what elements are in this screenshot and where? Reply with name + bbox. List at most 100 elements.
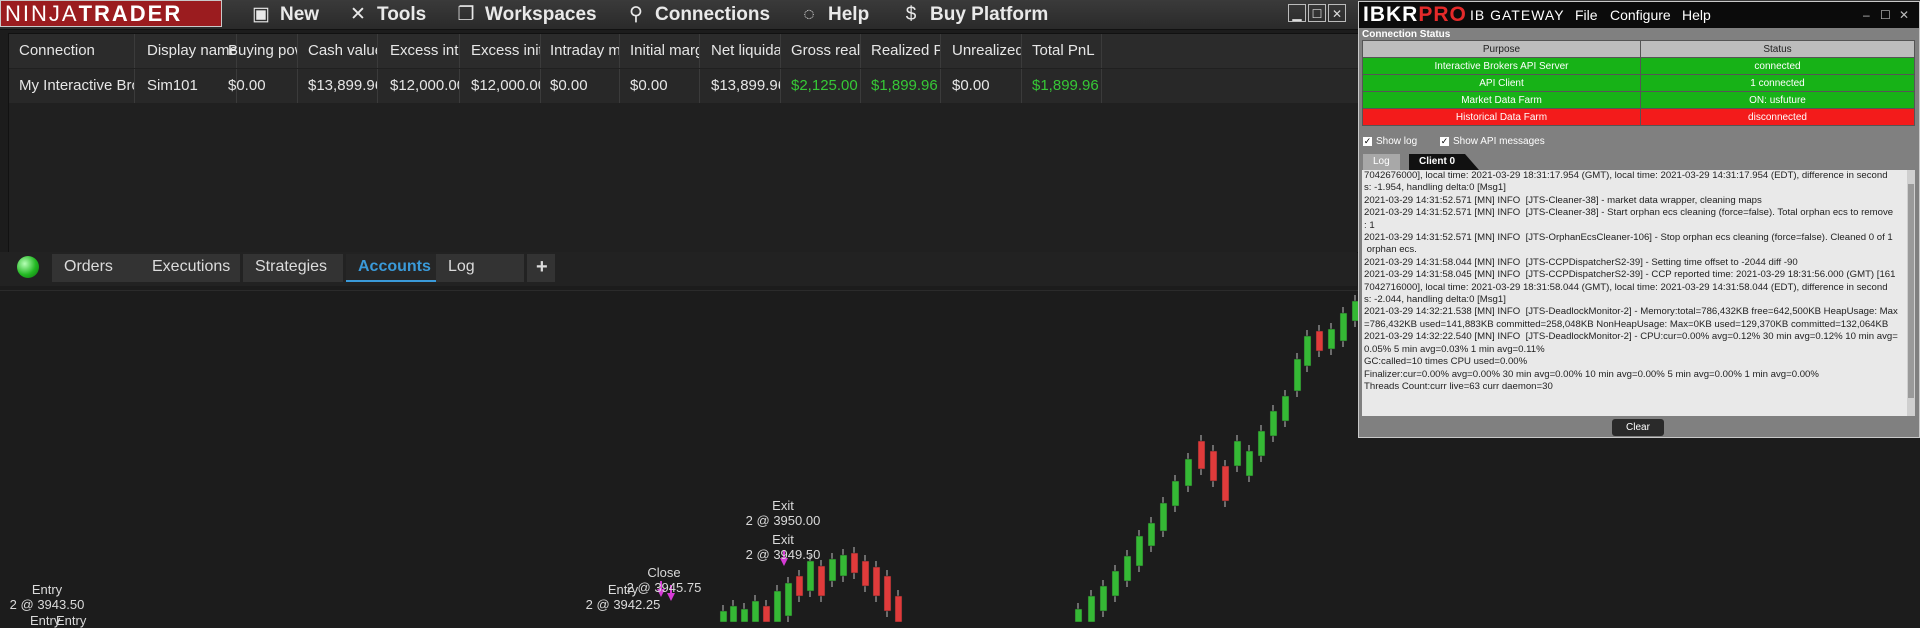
ib-close-icon[interactable]: ✕ xyxy=(1899,8,1909,22)
log-line: s: -2.044, handling delta:0 [Msg1] xyxy=(1364,294,1506,306)
column-header[interactable]: Initial margin xyxy=(620,34,700,68)
table-cell: $13,899.96 xyxy=(298,69,378,103)
menu-new[interactable]: ▣ New xyxy=(250,0,319,29)
minimize-icon[interactable]: ▁ xyxy=(1288,4,1306,22)
log-line: 7042716000], local time: 2021-03-29 18:3… xyxy=(1364,281,1888,293)
ib-menu-help[interactable]: Help xyxy=(1682,7,1711,23)
candle-body xyxy=(894,595,903,623)
column-header[interactable]: Excess initial margin xyxy=(461,34,541,68)
log-text-area[interactable]: 7042676000], local time: 2021-03-29 18:3… xyxy=(1362,170,1907,416)
column-header[interactable]: Total PnL xyxy=(1022,34,1102,68)
column-header[interactable]: Excess intraday margin xyxy=(380,34,460,68)
column-header[interactable]: Intraday margin xyxy=(540,34,620,68)
candle-body xyxy=(1303,335,1312,367)
ib-menu-file[interactable]: File xyxy=(1575,7,1598,23)
ib-minimize-icon[interactable]: – xyxy=(1863,8,1870,22)
menu-buy-platform[interactable]: $ Buy Platform xyxy=(900,0,1049,29)
column-header[interactable]: Cash value xyxy=(298,34,378,68)
column-header[interactable]: Net liquidation xyxy=(701,34,781,68)
add-tab-button[interactable]: + xyxy=(527,254,555,282)
log-line: 2021-03-29 14:31:52.571 [MN] INFO [JTS-C… xyxy=(1364,194,1762,206)
candle-body xyxy=(1281,395,1290,422)
tools-icon: ✕ xyxy=(350,4,366,25)
column-header[interactable]: Buying power xyxy=(218,34,298,68)
trade-label-line: Close xyxy=(647,565,681,580)
logo-text-trader: TRADER xyxy=(78,1,183,26)
candle-body xyxy=(839,554,848,577)
candle-body xyxy=(1087,595,1096,623)
menu-help[interactable]: ◌ Help xyxy=(798,0,869,29)
tab-log[interactable]: Log xyxy=(1363,154,1400,170)
candle-body xyxy=(751,600,760,623)
menu-connections-label: Connections xyxy=(655,4,771,25)
log-scrollbar[interactable] xyxy=(1907,170,1915,416)
trade-label-line: 2 @ 3950.00 xyxy=(745,513,821,528)
column-header[interactable]: Gross realized PnL xyxy=(781,34,861,68)
candle-body xyxy=(762,605,771,623)
tab-strategies[interactable]: Strategies xyxy=(243,254,343,282)
column-header[interactable]: Connection xyxy=(9,34,135,68)
ibkr-logo-pro: PRO xyxy=(1418,3,1467,26)
candle-body xyxy=(1209,450,1218,482)
tab-log[interactable]: Log xyxy=(436,254,524,282)
table-cell: $0.00 xyxy=(620,69,700,103)
candle-body xyxy=(1293,358,1302,392)
menu-workspaces[interactable]: ❐ Workspaces xyxy=(455,0,597,29)
show-api-messages-checkbox[interactable]: ✓ Show API messages xyxy=(1440,136,1545,147)
candle-body xyxy=(784,582,793,617)
log-line: 2021-03-29 14:31:58.044 [MN] INFO [JTS-C… xyxy=(1364,256,1798,268)
scrollbar-thumb[interactable] xyxy=(1908,184,1914,398)
table-cell: My Interactive Brokers xyxy=(9,69,135,103)
table-cell: $2,125.00 xyxy=(781,69,861,103)
log-line: 2021-03-29 14:32:21.538 [MN] INFO [JTS-D… xyxy=(1364,306,1898,318)
trade-label-exit: Exit 2 @ 3950.00 xyxy=(744,498,822,528)
menu-workspaces-label: Workspaces xyxy=(485,4,597,25)
logo-text-ninja: NINJA xyxy=(5,1,79,26)
trade-label-line: 2 @ 3949.50 xyxy=(745,547,821,562)
log-line: 2021-03-29 14:32:22.540 [MN] INFO [JTS-D… xyxy=(1364,331,1898,343)
connection-status-dot xyxy=(17,256,39,278)
log-line: 2021-03-29 14:31:52.571 [MN] INFO [JTS-O… xyxy=(1364,232,1893,244)
menu-buy-platform-label: Buy Platform xyxy=(930,4,1049,25)
ib-maximize-icon[interactable]: ☐ xyxy=(1880,8,1891,22)
menu-tools[interactable]: ✕ Tools xyxy=(347,0,426,29)
menu-connections[interactable]: ⚲ Connections xyxy=(625,0,770,29)
close-icon[interactable]: ✕ xyxy=(1328,4,1346,22)
log-line: Finalizer:cur=0.00% avg=0.00% 30 min avg… xyxy=(1364,368,1819,380)
candle-body xyxy=(1123,555,1132,582)
tab-executions[interactable]: Executions xyxy=(140,254,240,282)
column-header[interactable]: Realized PnL xyxy=(861,34,941,68)
table-row[interactable]: My Interactive BrokersSim101$0.00$13,899… xyxy=(9,69,1379,103)
trade-label-line: Entry xyxy=(56,613,87,628)
clear-log-button[interactable]: Clear xyxy=(1612,419,1664,436)
table-cell: $0.00 xyxy=(540,69,620,103)
show-log-checkbox[interactable]: ✓ Show log xyxy=(1363,136,1417,147)
ibkr-logo: IBKRPRO xyxy=(1363,3,1467,27)
menu-tools-label: Tools xyxy=(377,4,427,25)
help-icon: ◌ xyxy=(803,4,815,25)
candle-body xyxy=(1159,502,1168,532)
candle-body xyxy=(1233,440,1242,467)
purpose-cell: API Client xyxy=(1362,74,1641,92)
table-cell: $12,000.00 xyxy=(461,69,541,103)
tab-client-0[interactable]: Client 0 xyxy=(1409,154,1479,170)
candle-body xyxy=(1245,450,1254,477)
trade-label-entry: Entry 2 @ 3943.50 xyxy=(5,582,89,612)
column-header[interactable]: Unrealized PnL xyxy=(942,34,1022,68)
purpose-cell: Interactive Brokers API Server xyxy=(1362,57,1641,75)
connections-icon: ⚲ xyxy=(629,4,643,25)
ib-menu-configure[interactable]: Configure xyxy=(1610,7,1671,23)
candle-body xyxy=(1147,522,1156,547)
ib-app-name: IB GATEWAY xyxy=(1470,7,1565,23)
trade-label-line: Exit xyxy=(772,498,794,513)
log-line: : 1 xyxy=(1364,219,1375,231)
menu-help-label: Help xyxy=(828,4,870,25)
maximize-icon[interactable]: ☐ xyxy=(1308,4,1326,22)
log-line: Threads Count:curr live=63 curr daemon=3… xyxy=(1364,380,1553,392)
table-cell: $1,899.96 xyxy=(1022,69,1102,103)
tab-orders[interactable]: Orders xyxy=(52,254,140,282)
candle-body xyxy=(1111,570,1120,597)
table-row: Market Data Farm ON: usfuture xyxy=(1362,91,1915,109)
table-cell: $12,000.00 xyxy=(380,69,460,103)
tab-accounts[interactable]: Accounts xyxy=(346,254,436,282)
